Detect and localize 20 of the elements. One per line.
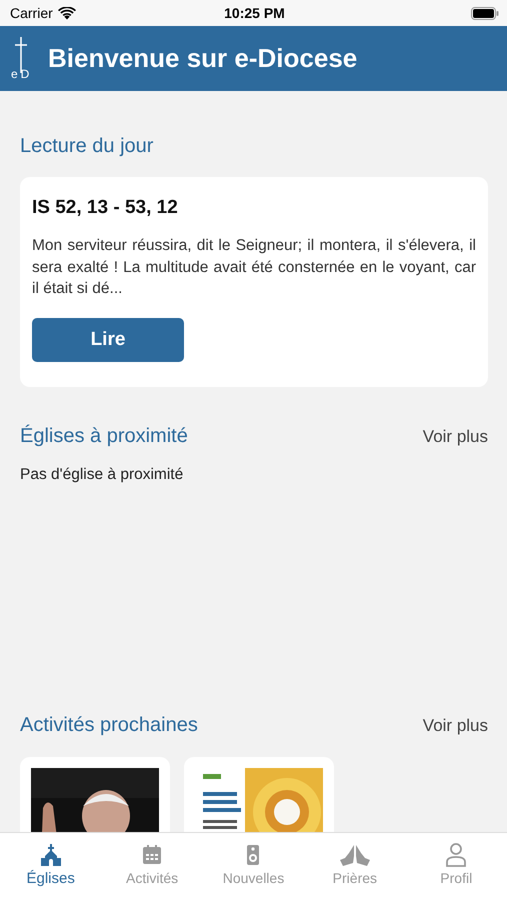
calendar-icon <box>141 843 164 867</box>
tab-item[interactable]: Églises <box>6 843 96 900</box>
logo: eD <box>10 36 34 80</box>
empty-message: Pas d'église à proximité <box>20 466 184 484</box>
clock-time: 10:25 PM <box>224 5 285 21</box>
carrier-label: Carrier <box>10 5 53 21</box>
church-icon <box>40 843 62 867</box>
wifi-icon <box>58 6 76 20</box>
person-icon <box>445 843 468 867</box>
see-more-link[interactable]: Voir plus <box>422 716 488 736</box>
see-more-link[interactable]: Voir plus <box>422 426 488 446</box>
section-heading: Activités prochaines <box>20 714 198 736</box>
battery-icon <box>470 6 499 20</box>
read-button[interactable]: Lire <box>32 318 184 362</box>
praying-hands-icon <box>338 843 371 867</box>
section-heading: Lecture du jour <box>20 135 154 158</box>
reading-excerpt: Mon serviteur réussira, dit le Seigneur; il montera, il s'élevera, il sera exalté ! La multitude avait été consternée en le voyant, car il était si dé... <box>32 236 476 299</box>
section-heading: Églises à proximité <box>20 424 188 448</box>
app-title: Bienvenue sur e-Diocese <box>48 43 358 74</box>
reading-reference: IS 52, 13 - 53, 12 <box>32 197 179 219</box>
